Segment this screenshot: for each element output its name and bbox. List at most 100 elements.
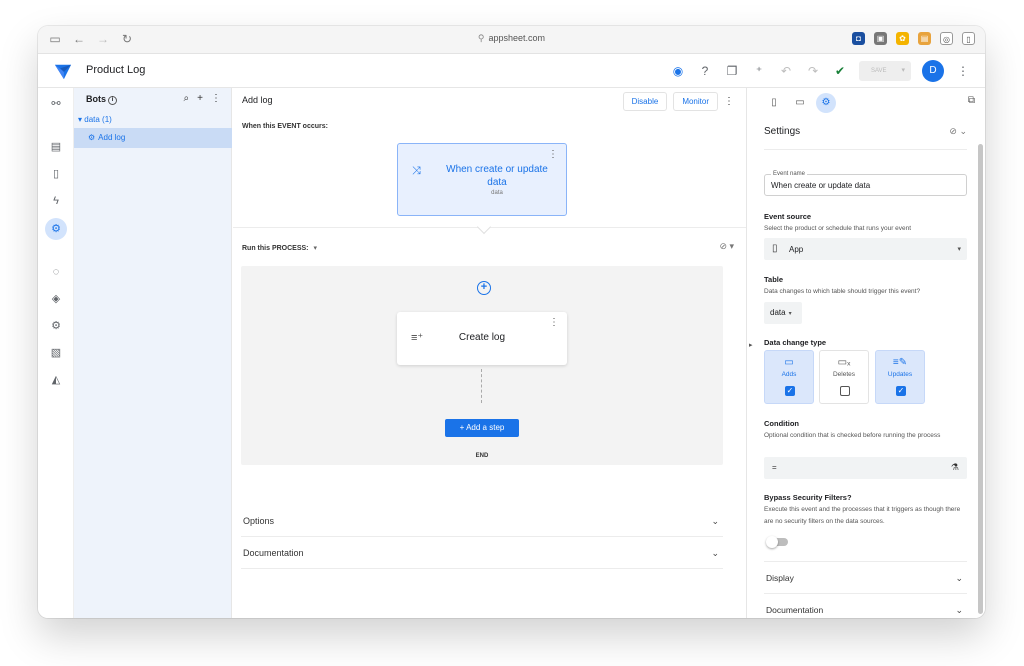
scrollbar[interactable] (978, 144, 983, 614)
data-icon[interactable]: ▤ (45, 136, 67, 158)
table-select[interactable]: data ▾ (764, 302, 802, 324)
views-icon[interactable]: ▯ (45, 163, 67, 185)
type-label: Adds (781, 371, 797, 378)
extension-icon[interactable]: ▤ (918, 32, 931, 45)
checkbox-checked[interactable]: ✓ (785, 386, 795, 396)
checkbox-checked[interactable]: ✓ (896, 386, 906, 396)
back-arrow-icon[interactable]: ← (72, 32, 86, 46)
checkmark-icon[interactable]: ✔ (832, 63, 848, 79)
tree-item-add-log[interactable]: ⚙ Add log (74, 128, 232, 148)
edit-list-icon: ≡✎ (892, 357, 908, 368)
appsheet-logo-icon[interactable] (54, 62, 72, 80)
more-vert-icon[interactable]: ⋮ (724, 96, 734, 107)
visibility-off-icon[interactable]: ⊘ ▾ (719, 241, 734, 252)
more-vert-icon[interactable]: ⋮ (549, 317, 559, 328)
automation-bot-icon[interactable]: ⚙ (45, 218, 67, 240)
documentation-section[interactable]: Documentation ⌄ (241, 537, 723, 569)
more-vert-icon[interactable]: ⋮ (548, 149, 558, 160)
open-in-new-icon[interactable]: ⧉ (968, 95, 975, 106)
chevron-down-icon: ⌄ (955, 573, 963, 583)
settings-icon[interactable]: ⚙ (45, 315, 67, 337)
chevron-right-icon[interactable]: ▸ (749, 341, 753, 349)
split-view-icon[interactable]: ▯ (962, 32, 975, 45)
app-header: Product Log ◉ ? ❐ ⁺ ↶ ↷ ✔ SAVE ▾ D ⋮ (38, 54, 985, 88)
process-section-label[interactable]: Run this PROCESS: ▾ (242, 244, 317, 252)
caret-down-icon: ▾ (957, 246, 961, 253)
add-step-above-icon[interactable]: + (477, 281, 491, 295)
chevron-down-icon: ▾ (901, 67, 905, 74)
reload-icon[interactable]: ↻ (120, 32, 134, 46)
more-vert-icon[interactable]: ⋮ (955, 63, 971, 79)
disable-button[interactable]: Disable (622, 92, 668, 111)
save-label: SAVE (871, 68, 887, 74)
avatar[interactable]: D (922, 60, 944, 82)
bypass-label: Bypass Security Filters? (764, 493, 852, 502)
data-change-updates[interactable]: ≡✎ Updates ✓ (875, 350, 925, 404)
forward-arrow-icon[interactable]: → (96, 32, 110, 46)
shuffle-icon: ⤨ (412, 165, 421, 177)
info-icon[interactable]: i (108, 96, 117, 105)
bots-title: Bots i (86, 94, 117, 105)
section-label: Documentation (766, 605, 824, 615)
table-row-add-icon: ▭ (784, 357, 794, 368)
preview-icon[interactable]: ◉ (670, 63, 686, 79)
browser-window: ▭ ← → ↻ ⚲ appsheet.com ◘ ▣ ✿ ▤ ◎ ▯ Produc… (38, 26, 985, 618)
visibility-off-icon[interactable]: ⊘ ⌄ (949, 126, 967, 137)
settings-documentation-section[interactable]: Documentation ⌄ (764, 593, 967, 618)
options-section[interactable]: Options ⌄ (241, 505, 723, 537)
save-button[interactable]: SAVE ▾ (859, 61, 911, 81)
event-name-field[interactable]: Event name When create or update data (764, 171, 967, 196)
event-source-label: Event source (764, 212, 812, 221)
section-label: Display (766, 573, 794, 583)
tablet-preview-icon[interactable]: ▭ (790, 93, 810, 113)
step-card-title: Create log (458, 332, 506, 343)
more-vert-icon[interactable]: ⋮ (211, 93, 221, 104)
left-rail: ⚯ ▤ ▯ ϟ ⚙ ◌ ◈ ⚙ ▧ ◭ (38, 88, 74, 618)
event-source-help: Select the product or schedule that runs… (764, 225, 912, 232)
panel-resize-handle[interactable]: ▸ (746, 88, 756, 618)
data-change-adds[interactable]: ▭ Adds ✓ (764, 350, 814, 404)
flask-icon[interactable]: ⚗ (951, 462, 959, 473)
add-icon[interactable]: + (197, 93, 203, 104)
table-label: Table (764, 275, 784, 284)
undo-icon[interactable]: ↶ (778, 63, 794, 79)
event-source-select[interactable]: ▯ App ▾ (764, 238, 967, 260)
browser-toolbar: ▭ ← → ↻ ⚲ appsheet.com ◘ ▣ ✿ ▤ ◎ ▯ (38, 26, 985, 54)
actions-icon[interactable]: ϟ (45, 190, 67, 212)
event-card-subtitle: data (491, 190, 503, 196)
extension-icon[interactable]: ✿ (896, 32, 909, 45)
event-card[interactable]: ⋮ ⤨ When create or update data data (397, 143, 567, 216)
search-icon[interactable]: ⌕ (184, 93, 190, 104)
tree-group-label: data (1) (84, 115, 112, 124)
extension-icon[interactable]: ◘ (852, 32, 865, 45)
flow-icon[interactable]: ⚯ (45, 93, 67, 115)
type-label: Updates (887, 371, 913, 378)
sidebar-toggle-icon[interactable]: ▭ (48, 32, 62, 46)
display-section[interactable]: Display ⌄ (764, 561, 967, 593)
condition-label: Condition (764, 419, 799, 428)
settings-tab-icon[interactable]: ⚙ (816, 93, 836, 113)
condition-input[interactable]: = ⚗ (764, 457, 967, 479)
editor-title: Add log (242, 95, 273, 105)
redo-icon[interactable]: ↷ (805, 63, 821, 79)
help-icon[interactable]: ? (697, 63, 713, 79)
data-change-deletes[interactable]: ▭ₓ Deletes (819, 350, 869, 404)
step-card[interactable]: ≡⁺ Create log ⋮ (397, 312, 567, 365)
security-icon[interactable]: ◈ (45, 288, 67, 310)
address-bar[interactable]: ⚲ appsheet.com (478, 33, 545, 44)
share-icon[interactable]: ⁺ (751, 63, 767, 79)
checkbox-unchecked[interactable] (840, 386, 850, 396)
settings-panel: ▯ ▭ ⚙ ⧉ Settings ⊘ ⌄ Event name When cre… (756, 88, 985, 618)
learn-icon[interactable]: ◭ (45, 369, 67, 391)
manage-icon[interactable]: ▧ (45, 342, 67, 364)
monitor-button[interactable]: Monitor (673, 92, 718, 111)
mobile-preview-icon[interactable]: ▯ (764, 93, 784, 113)
tree-group-data[interactable]: ▾ data (1) (78, 115, 112, 124)
bypass-toggle[interactable] (766, 536, 788, 548)
extension-icon[interactable]: ▣ (874, 32, 887, 45)
intelligence-icon[interactable]: ◌ (45, 261, 67, 283)
event-name-label: Event name (771, 171, 808, 177)
copy-app-icon[interactable]: ❐ (724, 63, 740, 79)
add-step-button[interactable]: + Add a step (445, 419, 519, 437)
extension-icon[interactable]: ◎ (940, 32, 953, 45)
